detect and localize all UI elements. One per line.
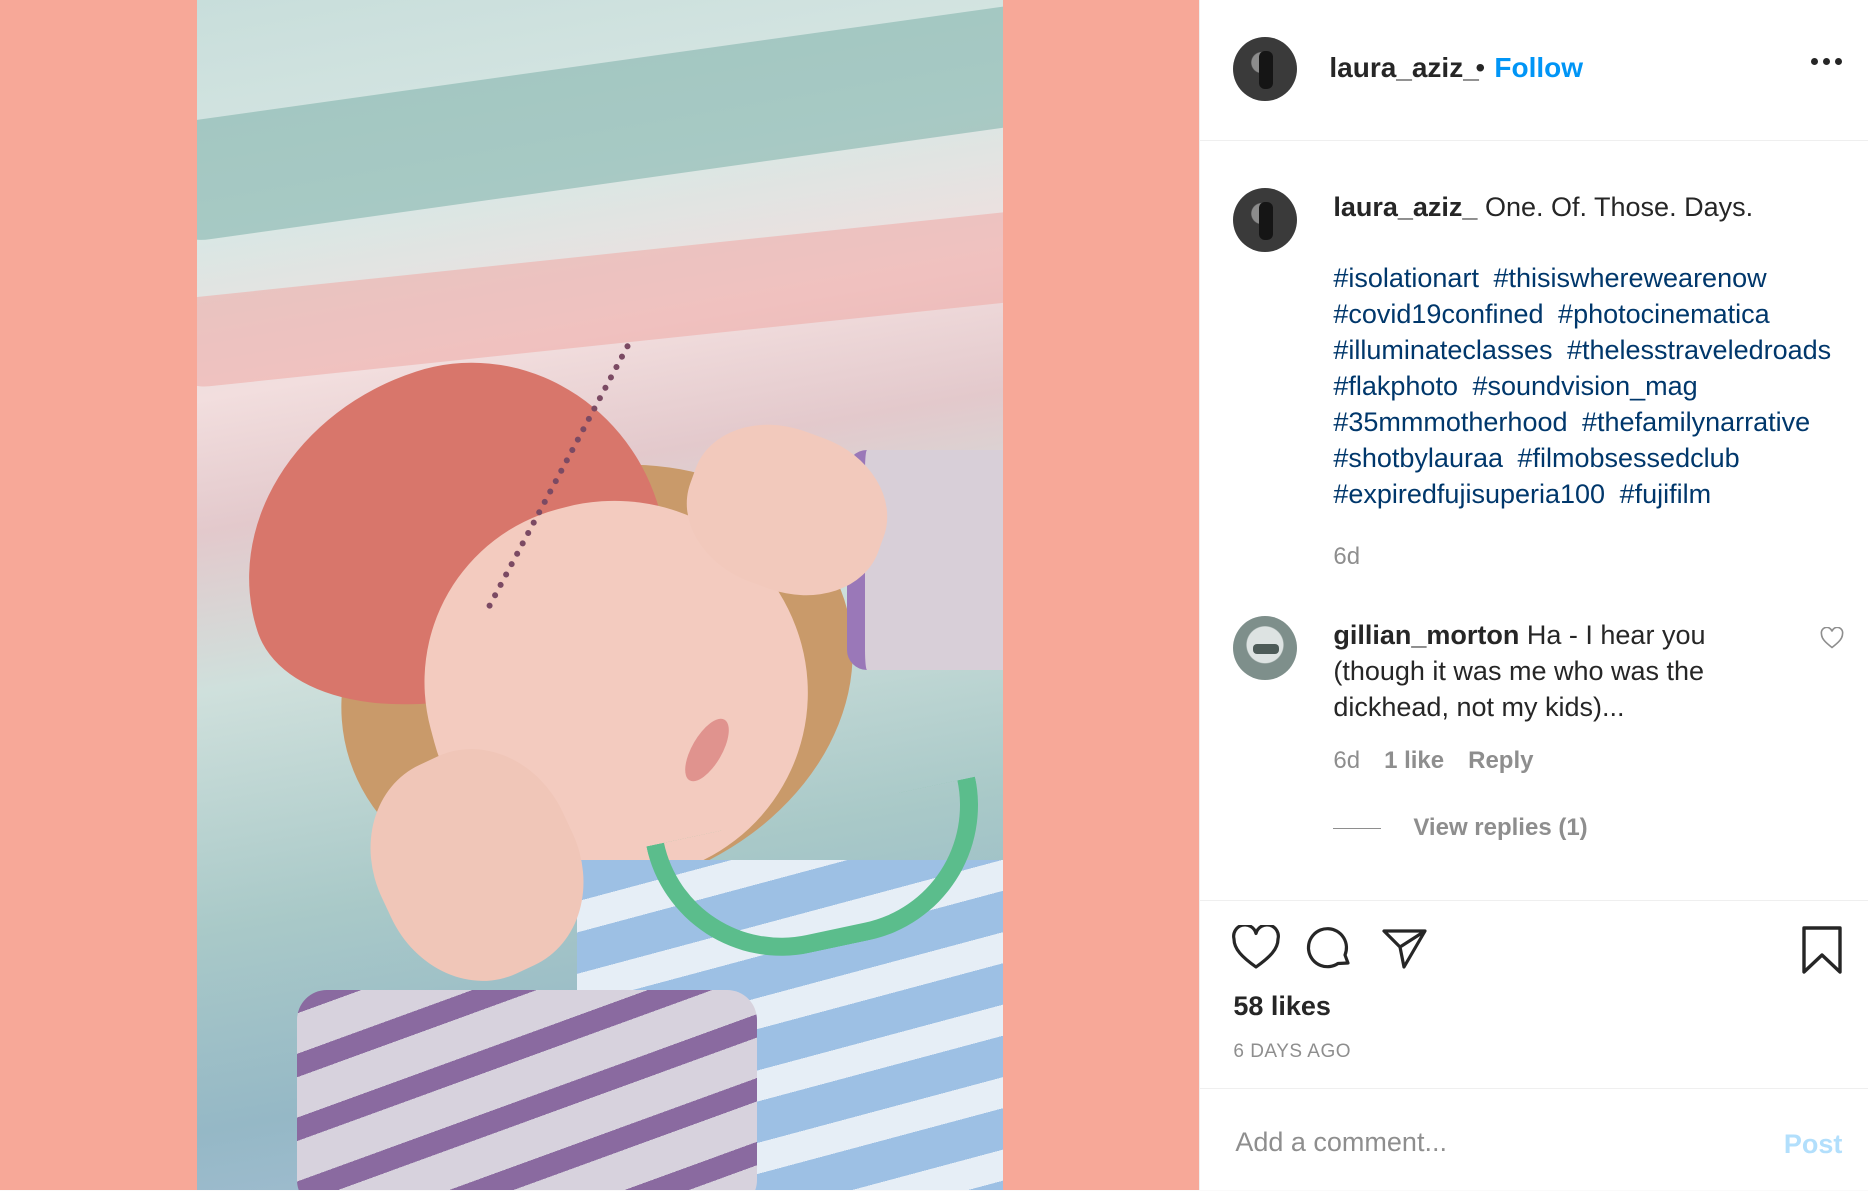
- hashtag-link[interactable]: #thefamilynarrative: [1582, 407, 1810, 437]
- hashtag-link[interactable]: #flakphoto: [1333, 371, 1458, 401]
- comment-text: gillian_morton Ha - I hear you (though i…: [1333, 617, 1803, 725]
- view-replies-button[interactable]: View replies (1): [1333, 814, 1588, 842]
- post-actions: 58 likes 6 DAYS AGO: [1200, 900, 1868, 1089]
- caption-username[interactable]: laura_aziz_: [1333, 192, 1477, 222]
- post-photo[interactable]: [197, 0, 1003, 1190]
- more-dot: [1811, 58, 1818, 65]
- hashtag-link[interactable]: #35mmmotherhood: [1333, 407, 1567, 437]
- author-username[interactable]: laura_aziz_: [1329, 52, 1478, 84]
- add-comment-bar: Post: [1200, 1088, 1868, 1191]
- comment-likes-count[interactable]: 1 like: [1384, 747, 1444, 775]
- replies-divider: [1333, 827, 1382, 829]
- heart-icon[interactable]: [1231, 925, 1281, 971]
- caption-hashtags: #isolationart #thisiswherewearenow #covi…: [1333, 260, 1853, 512]
- hashtag-link[interactable]: #soundvision_mag: [1472, 371, 1697, 401]
- view-replies-label: View replies (1): [1413, 814, 1588, 841]
- post-sidebar: laura_aziz_ • Follow laura_aziz_ One. Of…: [1199, 0, 1868, 1190]
- caption-text: laura_aziz_ One. Of. Those. Days.: [1333, 189, 1848, 225]
- caption-time[interactable]: 6d: [1333, 543, 1360, 571]
- more-options-icon[interactable]: [1811, 58, 1842, 65]
- post-header: laura_aziz_ • Follow: [1200, 0, 1868, 141]
- photo-blanket-band: [197, 199, 1003, 391]
- instagram-post: laura_aziz_ • Follow laura_aziz_ One. Of…: [0, 0, 1868, 1190]
- comment-like-heart-icon[interactable]: [1820, 627, 1844, 649]
- follow-button[interactable]: Follow: [1494, 52, 1583, 84]
- likes-count[interactable]: 58 likes: [1233, 991, 1331, 1022]
- hashtag-link[interactable]: #isolationart: [1333, 263, 1479, 293]
- comments-list[interactable]: laura_aziz_ One. Of. Those. Days. #isola…: [1200, 141, 1868, 901]
- caption-avatar[interactable]: [1233, 188, 1298, 252]
- comment-meta: 6d 1 like Reply: [1333, 747, 1533, 775]
- bookmark-icon[interactable]: [1800, 925, 1844, 975]
- hashtag-link[interactable]: #thisiswherewearenow: [1493, 263, 1766, 293]
- comment-input[interactable]: [1233, 1119, 1738, 1165]
- hashtag-link[interactable]: #thelesstraveledroads: [1567, 335, 1831, 365]
- action-icons: [1231, 925, 1429, 971]
- hashtag-link[interactable]: #expiredfujisuperia100: [1333, 479, 1605, 509]
- caption-body: One. Of. Those. Days.: [1484, 192, 1754, 222]
- photo-blanket-band: [197, 0, 1003, 248]
- more-dot: [1835, 58, 1842, 65]
- commenter-avatar[interactable]: [1233, 616, 1298, 680]
- reply-button[interactable]: Reply: [1468, 747, 1533, 775]
- comment-icon[interactable]: [1305, 925, 1355, 971]
- hashtag-link[interactable]: #filmobsessedclub: [1518, 443, 1740, 473]
- comment-time[interactable]: 6d: [1333, 747, 1360, 775]
- post-date[interactable]: 6 DAYS AGO: [1233, 1041, 1351, 1063]
- hashtag-link[interactable]: #fujifilm: [1620, 479, 1712, 509]
- more-dot: [1823, 58, 1830, 65]
- post-comment-button[interactable]: Post: [1784, 1129, 1843, 1160]
- share-icon[interactable]: [1379, 925, 1429, 971]
- post-media[interactable]: [0, 0, 1200, 1190]
- author-avatar[interactable]: [1233, 37, 1298, 101]
- hashtag-link[interactable]: #shotbylauraa: [1333, 443, 1503, 473]
- photo-sleeve: [297, 990, 757, 1190]
- commenter-username[interactable]: gillian_morton: [1333, 620, 1519, 650]
- hashtag-link[interactable]: #covid19confined: [1333, 299, 1543, 329]
- header-separator: •: [1475, 52, 1486, 83]
- hashtag-link[interactable]: #photocinematica: [1558, 299, 1770, 329]
- hashtag-link[interactable]: #illuminateclasses: [1333, 335, 1552, 365]
